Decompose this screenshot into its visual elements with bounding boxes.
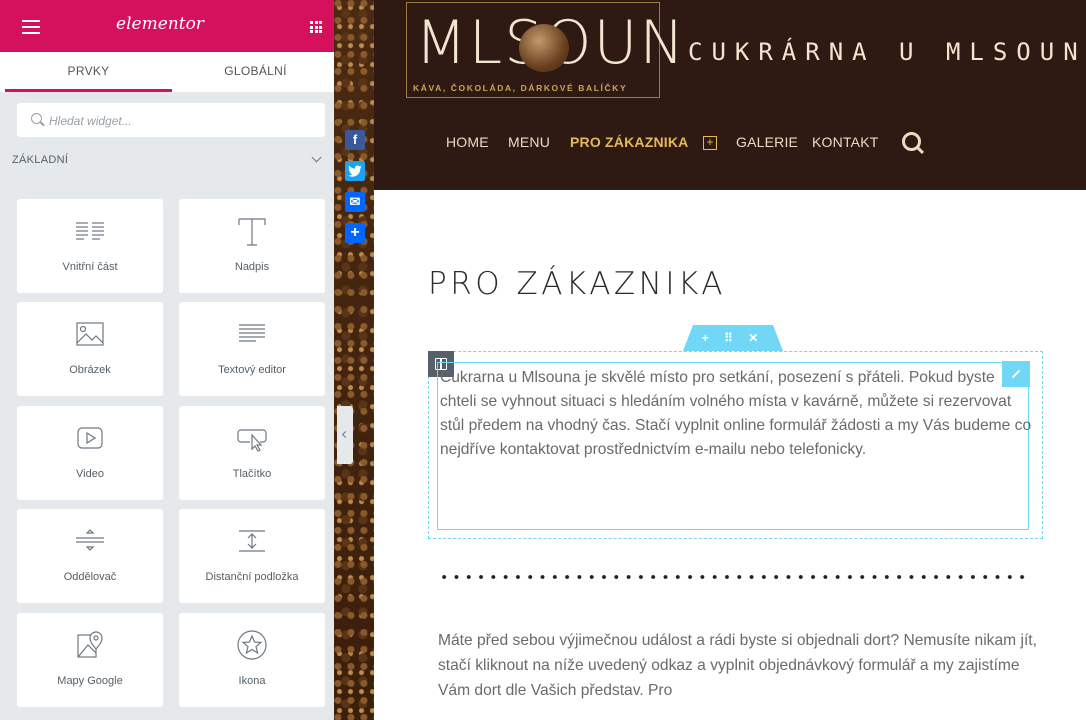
dotted-divider — [438, 570, 1028, 584]
nav-item-pro-zakaznika[interactable]: PRO ZÁKAZNIKA — [570, 134, 688, 150]
twitter-icon — [348, 165, 362, 177]
widget-label: Textový editor — [218, 364, 286, 376]
text-editor-icon — [239, 324, 265, 342]
widget-search-input[interactable] — [47, 111, 311, 131]
button-icon — [237, 429, 267, 452]
category-basic[interactable]: ZÁKLADNÍ — [12, 152, 324, 172]
video-icon — [77, 427, 103, 449]
pencil-icon — [1011, 369, 1021, 379]
twitter-share-button[interactable] — [345, 161, 365, 181]
nav-item-home[interactable]: HOME — [446, 134, 489, 150]
widget-image[interactable]: Obrázek — [17, 302, 163, 396]
widget-icon[interactable]: Ikona — [179, 613, 325, 707]
divider-icon — [76, 529, 104, 551]
widget-label: Video — [76, 468, 104, 480]
text-paragraph: Máte před sebou výjimečnou událost a rád… — [438, 632, 1037, 699]
nav-item-kontakt[interactable]: KONTAKT — [812, 134, 878, 150]
widget-label: Nadpis — [234, 261, 270, 273]
widget-inner-section[interactable]: Vnitřní část — [17, 199, 163, 293]
widget-label: Ikona — [238, 675, 266, 687]
widget-label: Distanční podložka — [205, 571, 299, 583]
image-icon — [76, 322, 104, 346]
coffee-bean-icon — [519, 24, 569, 72]
widget-spacer[interactable]: Distanční podložka — [179, 509, 325, 603]
widget-google-maps[interactable]: Mapy Google — [17, 613, 163, 707]
widget-label: Oddělovač — [63, 571, 117, 583]
facebook-share-button[interactable]: f — [345, 130, 365, 150]
search-icon[interactable] — [902, 132, 921, 151]
text-paragraph[interactable]: Cukrarna u Mlsouna je skvělé místo pro s… — [440, 366, 1034, 462]
panel-collapse-button[interactable] — [337, 406, 353, 464]
nav-item-menu[interactable]: MENU — [508, 134, 550, 150]
search-icon — [31, 113, 42, 124]
hamburger-menu-icon[interactable] — [22, 20, 40, 34]
site-title: CUKRÁRNA U MLSOUNA — [688, 38, 1086, 66]
tab-elements[interactable]: PRVKY — [5, 52, 172, 92]
category-label: ZÁKLADNÍ — [12, 154, 69, 166]
widget-text-editor[interactable]: Textový editor — [179, 302, 325, 396]
spacer-icon — [239, 530, 265, 552]
email-share-button[interactable]: ✉ — [345, 192, 365, 212]
submenu-expand-icon[interactable]: + — [703, 136, 717, 150]
section-handle[interactable]: + ⠿ ✕ — [683, 325, 783, 351]
widget-label: Tlačítko — [232, 468, 272, 480]
coffee-background — [334, 0, 374, 720]
panel-header: elementor — [0, 0, 334, 52]
widget-button[interactable]: Tlačítko — [179, 406, 325, 500]
widgets-grid-icon[interactable] — [310, 21, 322, 33]
star-icon — [237, 630, 267, 660]
widget-label: Obrázek — [69, 364, 111, 376]
elementor-logo: elementor — [116, 14, 204, 34]
tab-global[interactable]: GLOBÁLNÍ — [172, 52, 334, 92]
chevron-down-icon — [311, 152, 322, 163]
elementor-panel: elementor PRVKY GLOBÁLNÍ ZÁKLADNÍ Vnitřn… — [0, 0, 334, 720]
panel-tabs: PRVKY GLOBÁLNÍ — [0, 52, 334, 92]
widget-label: Mapy Google — [57, 675, 123, 687]
widget-video[interactable]: Video — [17, 406, 163, 500]
chevron-left-icon — [341, 430, 350, 439]
page-title: PRO ZÁKAZNIKA — [428, 266, 726, 302]
more-share-button[interactable]: + — [345, 223, 365, 243]
heading-icon — [238, 218, 266, 246]
inner-section-icon — [76, 222, 104, 240]
widget-divider[interactable]: Oddělovač — [17, 509, 163, 603]
site-logo[interactable]: MLSOUN KÁVA, ČOKOLÁDA, DÁRKOVÉ BALÍČKY — [406, 2, 684, 98]
widget-label: Vnitřní část — [62, 261, 118, 273]
google-maps-icon — [77, 631, 103, 658]
widget-heading[interactable]: Nadpis — [179, 199, 325, 293]
nav-item-galerie[interactable]: GALERIE — [736, 134, 798, 150]
edit-widget-button[interactable] — [1002, 361, 1030, 387]
widget-search[interactable] — [17, 103, 325, 137]
logo-tagline: KÁVA, ČOKOLÁDA, DÁRKOVÉ BALÍČKY — [413, 83, 628, 93]
